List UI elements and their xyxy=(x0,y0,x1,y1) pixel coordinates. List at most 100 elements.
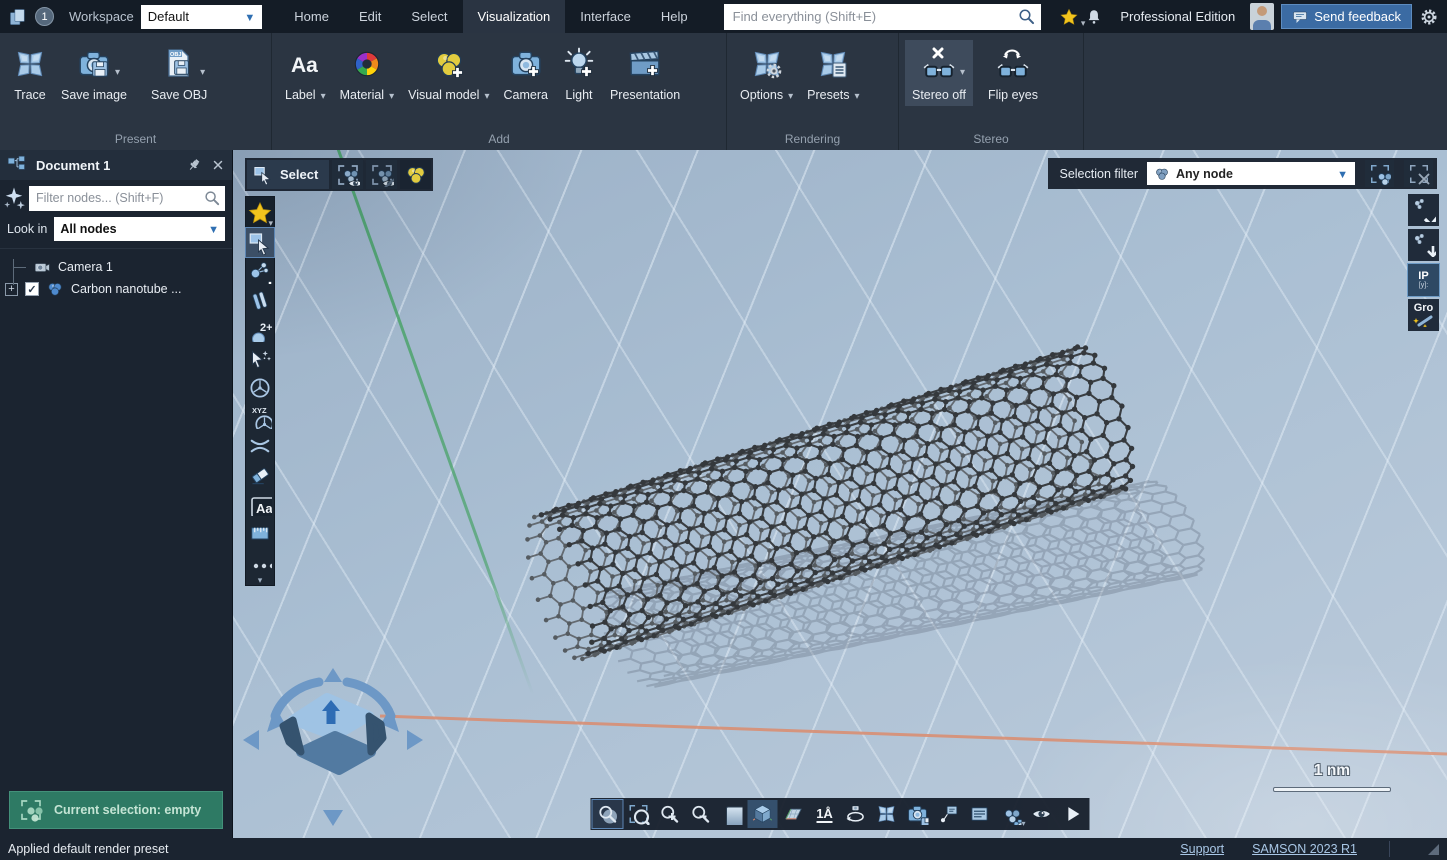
menu-home[interactable]: Home xyxy=(279,0,344,33)
documents-icon[interactable] xyxy=(8,7,28,27)
presentation-button[interactable]: Presentation xyxy=(603,40,687,106)
twist-tool-button[interactable] xyxy=(246,431,274,460)
menu-visualization[interactable]: Visualization xyxy=(463,0,566,33)
expand-plus-icon[interactable]: + xyxy=(5,283,18,296)
favorites-star-icon[interactable]: ▾ xyxy=(1060,8,1078,26)
search-icon[interactable] xyxy=(1017,7,1036,26)
send-feedback-button[interactable]: Send feedback xyxy=(1281,4,1412,29)
palette-expand-caret[interactable] xyxy=(246,576,274,585)
search-icon[interactable] xyxy=(203,189,221,207)
play-simulation-button[interactable] xyxy=(1058,800,1088,828)
workspace-dropdown[interactable]: Default xyxy=(141,5,262,29)
selection-filter-dropdown[interactable]: Any node xyxy=(1147,162,1355,185)
ipython-console-button[interactable]: IP[y]: xyxy=(1408,264,1439,296)
eraser-tool-button[interactable] xyxy=(246,460,274,489)
user-avatar[interactable] xyxy=(1250,3,1274,30)
background-button[interactable] xyxy=(717,800,747,828)
search-input[interactable] xyxy=(733,9,1018,24)
filter-nodes-input[interactable] xyxy=(36,191,203,205)
favorites-button[interactable]: ▾ xyxy=(246,197,274,228)
chevron-down-icon[interactable] xyxy=(389,88,394,102)
settings-gear-icon[interactable] xyxy=(1419,7,1439,27)
save-obj-button[interactable]: OBJ Save OBJ xyxy=(144,40,214,106)
save-view-button[interactable] xyxy=(903,800,933,828)
chevron-down-icon[interactable] xyxy=(855,88,860,102)
add-atoms-tool-button[interactable] xyxy=(246,257,274,286)
menu-edit[interactable]: Edit xyxy=(344,0,396,33)
nanotube-node-label[interactable]: Carbon nanotube ... xyxy=(71,282,182,296)
zoom-selection-button[interactable] xyxy=(624,800,654,828)
chevron-down-icon[interactable] xyxy=(115,62,120,80)
look-in-dropdown[interactable]: All nodes xyxy=(54,217,225,241)
twister-xyz-tool-button[interactable]: XYZ xyxy=(246,402,274,431)
visibility-checkbox[interactable]: ✓ xyxy=(25,282,39,296)
current-selection-badge[interactable]: Current selection: empty xyxy=(9,791,223,829)
material-button[interactable]: Material xyxy=(333,40,402,106)
ribbon-group-rendering: Options Presets Rendering xyxy=(727,33,899,150)
select-editor-button[interactable]: Select xyxy=(247,160,329,189)
orientation-cube-button[interactable] xyxy=(748,800,778,828)
chevron-down-icon[interactable] xyxy=(321,88,326,102)
units-angstrom-button[interactable]: 1Å xyxy=(810,800,840,828)
tree-row-nanotube[interactable]: + ✓ Carbon nanotube ... xyxy=(0,278,232,300)
select-tool-button[interactable] xyxy=(246,228,274,257)
zoom-region-button[interactable] xyxy=(593,800,623,828)
zoom-in-button[interactable] xyxy=(655,800,685,828)
camera-button[interactable]: Camera xyxy=(497,40,555,106)
save-image-button[interactable]: Save image xyxy=(54,40,134,106)
menu-interface[interactable]: Interface xyxy=(565,0,646,33)
more-tools-button[interactable] xyxy=(246,547,274,576)
menu-select[interactable]: Select xyxy=(396,0,462,33)
tree-row-camera[interactable]: Camera 1 xyxy=(0,256,232,278)
grid-button[interactable] xyxy=(779,800,809,828)
material-colorwheel-icon xyxy=(350,47,384,81)
pin-icon[interactable] xyxy=(186,157,202,173)
annotation-button[interactable] xyxy=(934,800,964,828)
label-tool-button[interactable]: Aa xyxy=(246,489,274,518)
download-structure-button[interactable] xyxy=(1408,229,1439,261)
viewport-3d[interactable]: Select ▾ 2+ XYZ Aa xyxy=(233,150,1447,838)
menu-help[interactable]: Help xyxy=(646,0,703,33)
trace-preview-button[interactable] xyxy=(872,800,902,828)
flip-eyes-button[interactable]: Flip eyes xyxy=(981,40,1045,106)
scene-canvas[interactable] xyxy=(233,150,1447,838)
label-button[interactable]: Aa Label xyxy=(278,40,333,106)
chevron-down-icon[interactable] xyxy=(484,88,489,102)
twister-tool-button[interactable] xyxy=(246,373,274,402)
select-all-filtered-button[interactable] xyxy=(1365,160,1394,187)
visual-model-button[interactable]: Visual model xyxy=(401,40,496,106)
zoom-out-button[interactable] xyxy=(686,800,716,828)
magic-sparkle-icon[interactable] xyxy=(2,185,26,211)
render-selection-button[interactable]: ▾ xyxy=(996,800,1026,828)
chevron-down-icon[interactable] xyxy=(200,62,205,80)
resize-grip[interactable] xyxy=(1428,844,1439,855)
render-presets-button[interactable]: Presets xyxy=(800,40,866,106)
stereo-off-button[interactable]: Stereo off xyxy=(905,40,973,106)
scale-bar: 1 nm xyxy=(1273,762,1391,792)
gromacs-wizard-button[interactable]: Gro xyxy=(1408,299,1439,331)
version-link[interactable]: SAMSON 2023 R1 xyxy=(1252,842,1357,856)
highlight-selection-button[interactable] xyxy=(332,160,363,189)
hide-selection-button[interactable] xyxy=(366,160,397,189)
light-button[interactable]: Light xyxy=(555,40,603,106)
check-structure-button[interactable] xyxy=(1408,194,1439,226)
document-count-badge[interactable]: 1 xyxy=(35,7,54,26)
notifications-bell-icon[interactable] xyxy=(1085,8,1103,26)
ribbon-group-label: Rendering xyxy=(727,132,898,146)
close-icon[interactable] xyxy=(211,158,225,172)
render-options-button[interactable]: Options xyxy=(733,40,800,106)
bond-tool-button[interactable] xyxy=(246,286,274,315)
chevron-down-icon[interactable] xyxy=(960,62,965,80)
ruler-tool-button[interactable] xyxy=(246,518,274,547)
chevron-down-icon[interactable] xyxy=(788,88,793,102)
trace-button[interactable]: Trace xyxy=(6,40,54,106)
visibility-button[interactable] xyxy=(1027,800,1057,828)
console-panel-button[interactable] xyxy=(965,800,995,828)
clear-selection-button[interactable] xyxy=(1404,160,1433,187)
move-tool-button[interactable] xyxy=(246,344,274,373)
support-link[interactable]: Support xyxy=(1180,842,1224,856)
add-visual-model-button[interactable] xyxy=(400,160,431,189)
camera-orbit-button[interactable] xyxy=(841,800,871,828)
charge-tool-button[interactable]: 2+ xyxy=(246,315,274,344)
camera-node-label[interactable]: Camera 1 xyxy=(58,260,113,274)
